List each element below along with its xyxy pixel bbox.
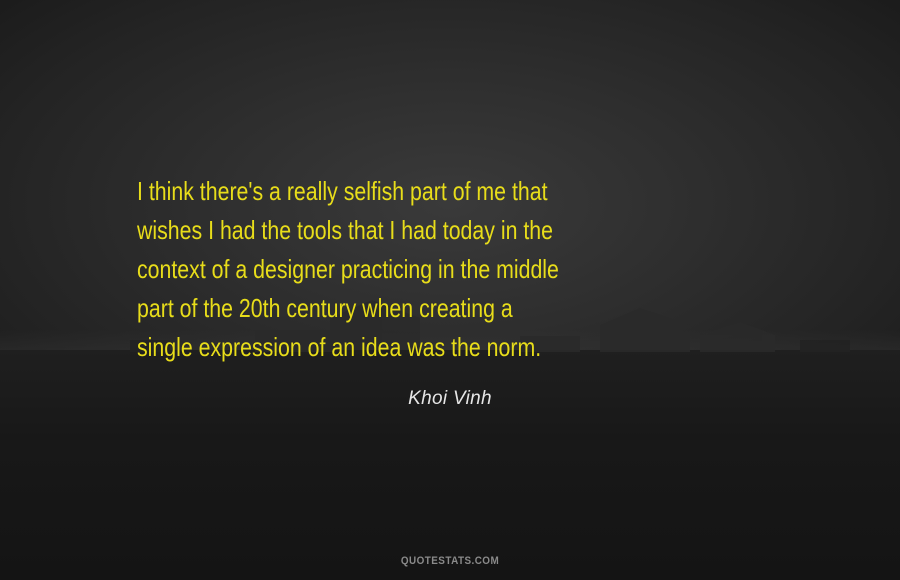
quote-author: Khoi Vinh	[408, 388, 492, 409]
quote-line-3: context of a designer practicing in the …	[137, 254, 559, 284]
quote-line-2: wishes I had the tools that I had today …	[137, 215, 554, 245]
quote-line-5: single expression of an idea was the nor…	[137, 332, 542, 362]
quote-card: I think there's a really selfish part of…	[0, 0, 900, 580]
quote-line-1: I think there's a really selfish part of…	[137, 176, 548, 206]
quote-line-4: part of the 20th century when creating a	[137, 293, 513, 323]
quote-text: I think there's a really selfish part of…	[137, 172, 662, 367]
site-watermark: QUOTESTATS.COM	[400, 555, 500, 567]
